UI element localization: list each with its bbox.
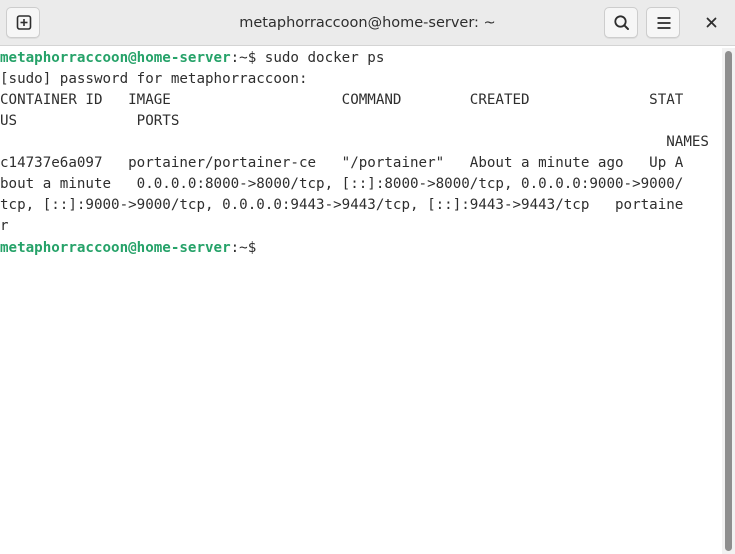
prompt-line: metaphorraccoon@home-server:~$ [0,237,722,258]
search-button[interactable] [604,7,638,38]
output-line: c14737e6a097 portainer/portainer-ce "/po… [0,155,684,171]
command-text: sudo docker ps [264,50,385,66]
title-bar[interactable]: metaphorraccoon@home-server: ~ [0,0,735,46]
output-line: CONTAINER ID IMAGE COMMAND CREATED STAT [0,92,684,108]
close-icon [706,17,717,28]
scrollbar-thumb[interactable] [725,51,732,551]
output-line: [sudo] password for metaphorraccoon: [0,71,308,87]
output-line: tcp, [::]:9000->9000/tcp, 0.0.0.0:9443->… [0,197,684,213]
menu-button[interactable] [646,7,680,38]
output-line: US PORTS [0,113,180,129]
hamburger-menu-icon [657,17,671,29]
new-tab-icon [16,15,32,30]
terminal-output[interactable]: metaphorraccoon@home-server:~$ sudo dock… [0,48,722,554]
output-line: NAMES [0,134,709,150]
terminal-window: metaphorraccoon@home-server: ~ metaphorr… [0,0,735,554]
text-cursor [256,237,264,255]
prompt-user-host: metaphorraccoon@home-server [0,240,231,256]
vertical-scrollbar[interactable] [722,48,735,554]
close-button[interactable] [696,7,727,38]
prompt-user-host: metaphorraccoon@home-server [0,50,231,66]
prompt-path: :~$ [230,240,257,256]
search-icon [614,15,629,30]
prompt-path: :~$ [230,50,265,66]
output-line: r [0,218,9,234]
prompt-line: metaphorraccoon@home-server:~$ sudo dock… [0,48,722,69]
new-tab-button[interactable] [6,7,40,38]
output-line: bout a minute 0.0.0.0:8000->8000/tcp, [:… [0,176,684,192]
